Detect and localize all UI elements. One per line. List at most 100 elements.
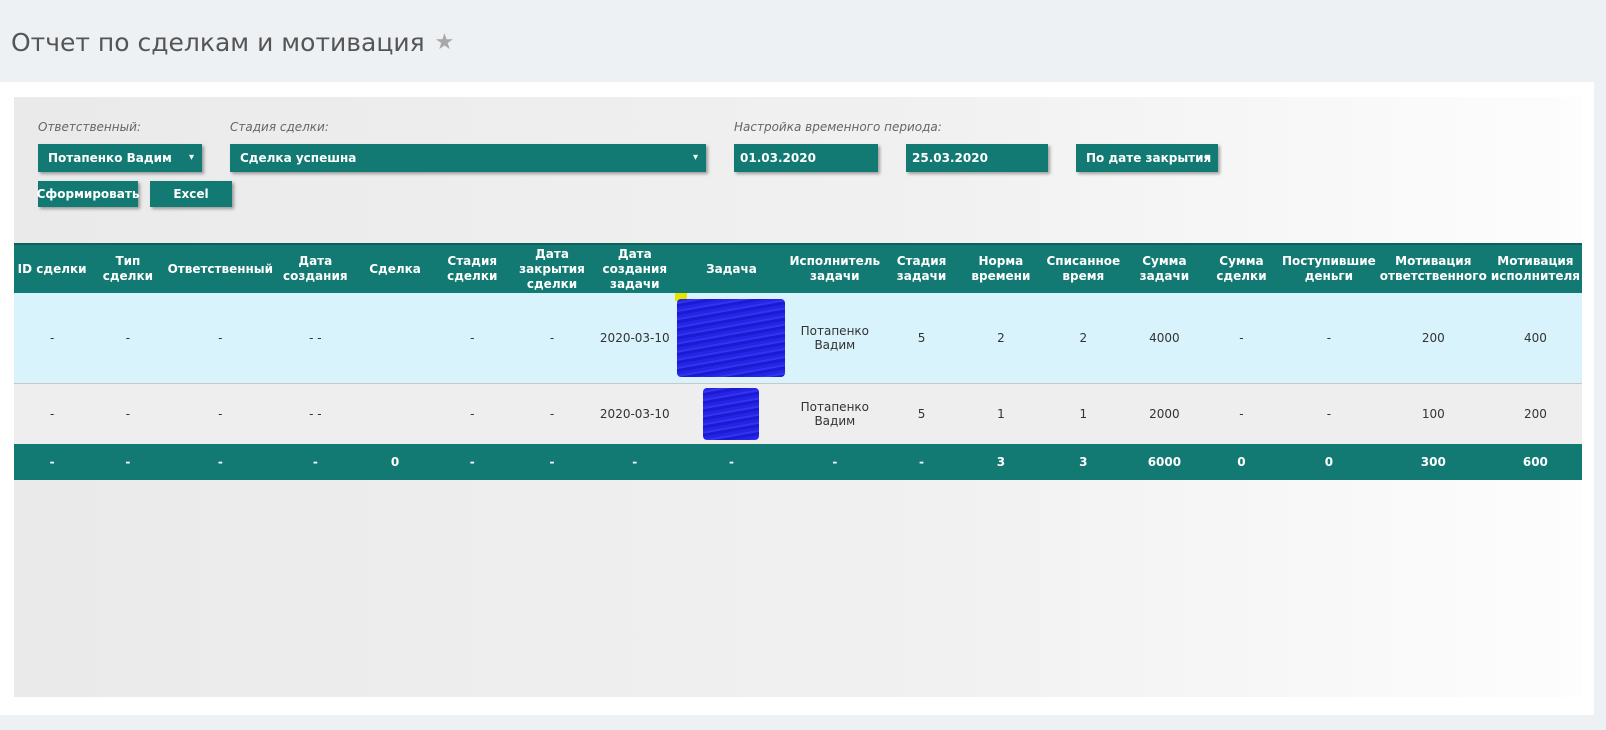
total-cell: 0 [1202, 444, 1281, 480]
table-cell: - [14, 293, 91, 384]
task-cell-redacted[interactable] [675, 293, 788, 384]
table-cell: Потапенко Вадим [787, 293, 883, 384]
table-cell: - [165, 293, 276, 384]
total-cell: 0 [1280, 444, 1378, 480]
period-mode-select[interactable]: По дате закрытия ▾ [1076, 144, 1218, 172]
column-header[interactable]: Дата создания задачи [594, 243, 676, 293]
table-cell: 4000 [1125, 293, 1203, 384]
table-cell: - [90, 293, 166, 384]
period-mode-value: По дате закрытия [1086, 151, 1212, 165]
column-header[interactable]: Ответственный [165, 243, 276, 293]
total-cell: 0 [355, 444, 435, 480]
generate-button[interactable]: Сформировать [37, 181, 139, 207]
total-cell: - [594, 444, 676, 480]
total-cell: - [434, 444, 510, 480]
period-label: Настройка временного периода: [734, 120, 942, 134]
table-header-row: ID сделки Тип сделки Ответственный Дата … [14, 243, 1582, 293]
totals-row: - - - - 0 - - - - - - 3 3 6000 0 0 300 6… [14, 444, 1582, 480]
table-cell: 2020-03-10 [594, 383, 676, 444]
table-cell: Потапенко Вадим [787, 383, 883, 444]
total-cell: - [165, 444, 276, 480]
column-header[interactable]: Списанное время [1040, 243, 1126, 293]
table-cell: - [509, 383, 595, 444]
page-title-text: Отчет по сделкам и мотивация [11, 28, 425, 57]
table-cell [355, 293, 435, 384]
table-cell: - [1280, 383, 1378, 444]
date-to-value: 25.03.2020 [912, 151, 988, 165]
excel-button[interactable]: Excel [150, 181, 232, 207]
column-header[interactable]: Задача [675, 243, 788, 293]
total-cell: 600 [1488, 444, 1582, 480]
table-cell: - [434, 293, 510, 384]
star-icon[interactable]: ★ [435, 31, 455, 54]
task-cell-redacted[interactable] [675, 383, 788, 444]
deal-stage-value: Сделка успешна [240, 151, 357, 165]
table-cell: 2000 [1125, 383, 1203, 444]
column-header[interactable]: Стадия задачи [882, 243, 961, 293]
column-header[interactable]: Исполнитель задачи [787, 243, 883, 293]
table-cell: - [90, 383, 166, 444]
responsible-label: Ответственный: [38, 120, 141, 134]
table-cell: 1 [960, 383, 1041, 444]
column-header[interactable]: Дата закрытия сделки [509, 243, 595, 293]
table-cell: 5 [882, 293, 961, 384]
table-cell: 100 [1377, 383, 1489, 444]
table-cell: 5 [882, 383, 961, 444]
table-cell: - [165, 383, 276, 444]
table-cell: 2 [1040, 293, 1126, 384]
total-cell: - [882, 444, 961, 480]
total-cell: 3 [960, 444, 1041, 480]
deal-stage-label: Стадия сделки: [230, 120, 329, 134]
table-cell: 2 [960, 293, 1041, 384]
table-cell: 200 [1488, 383, 1582, 444]
chevron-down-icon: ▾ [692, 152, 698, 163]
report-table: ID сделки Тип сделки Ответственный Дата … [14, 243, 1582, 480]
column-header[interactable]: Норма времени [960, 243, 1041, 293]
column-header[interactable]: Сумма задачи [1125, 243, 1203, 293]
table-cell: - [1202, 293, 1281, 384]
total-cell: 3 [1040, 444, 1126, 480]
total-cell: - [509, 444, 595, 480]
table-cell: 400 [1488, 293, 1582, 384]
total-cell: - [787, 444, 883, 480]
total-cell: - [275, 444, 356, 480]
page-title: Отчет по сделкам и мотивация ★ [11, 28, 454, 57]
table-cell: 200 [1377, 293, 1489, 384]
chevron-down-icon: ▾ [1204, 152, 1210, 163]
table-cell: 1 [1040, 383, 1126, 444]
responsible-value: Потапенко Вадим [48, 151, 172, 165]
column-header[interactable]: ID сделки [14, 243, 91, 293]
total-cell: - [90, 444, 166, 480]
table-cell: - - [275, 383, 356, 444]
redaction-scribble [677, 299, 786, 377]
column-header[interactable]: Стадия сделки [434, 243, 510, 293]
table-cell: - - [275, 293, 356, 384]
table-row[interactable]: - - - - - - - 2020-03-10 Потапенко Вадим… [14, 293, 1582, 384]
date-from-value: 01.03.2020 [740, 151, 816, 165]
date-to-input[interactable]: 25.03.2020 [906, 144, 1048, 172]
column-header[interactable]: Сумма сделки [1202, 243, 1281, 293]
column-header[interactable]: Тип сделки [90, 243, 166, 293]
total-cell: 6000 [1125, 444, 1203, 480]
total-cell: - [14, 444, 91, 480]
scrollbar[interactable] [1594, 0, 1606, 730]
table-cell [355, 383, 435, 444]
table-cell: - [1202, 383, 1281, 444]
column-header[interactable]: Мотивация ответственного [1377, 243, 1489, 293]
responsible-select[interactable]: Потапенко Вадим ▾ [38, 144, 202, 172]
date-from-input[interactable]: 01.03.2020 [734, 144, 878, 172]
total-cell: - [675, 444, 788, 480]
table-row[interactable]: - - - - - - - 2020-03-10 Потапенко Вадим… [14, 383, 1582, 444]
column-header[interactable]: Мотивация исполнителя [1488, 243, 1582, 293]
chevron-down-icon: ▾ [188, 152, 194, 163]
table-cell: 2020-03-10 [594, 293, 676, 384]
table-cell: - [509, 293, 595, 384]
column-header[interactable]: Дата создания [275, 243, 356, 293]
redaction-scribble [703, 388, 760, 440]
total-cell: 300 [1377, 444, 1489, 480]
table-cell: - [14, 383, 91, 444]
table-cell: - [1280, 293, 1378, 384]
column-header[interactable]: Поступившие деньги [1280, 243, 1378, 293]
deal-stage-select[interactable]: Сделка успешна ▾ [230, 144, 706, 172]
column-header[interactable]: Сделка [355, 243, 435, 293]
